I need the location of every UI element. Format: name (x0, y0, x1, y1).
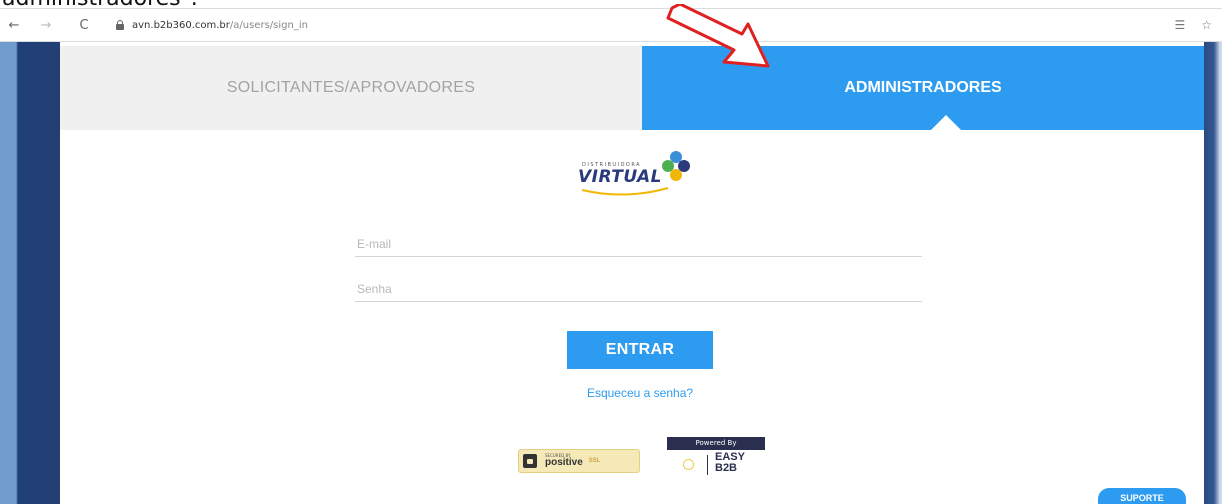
positive-ssl-name: positive (545, 457, 583, 468)
positive-ssl-suffix: SSL (588, 458, 601, 464)
email-field-wrapper (355, 231, 922, 257)
logo-circles-icon (662, 151, 690, 181)
easy-b2b-circle-icon (683, 459, 694, 470)
password-field-wrapper (355, 276, 922, 302)
url-path: /a/users/sign_in (229, 19, 308, 31)
suporte-button[interactable]: SUPORTE (1098, 488, 1186, 504)
padlock-icon (523, 454, 537, 468)
forward-arrow-icon[interactable]: → (36, 18, 56, 33)
active-tab-notch (930, 115, 962, 131)
easy-b2b-divider (707, 455, 708, 475)
reload-icon[interactable]: C (74, 18, 94, 33)
reader-mode-icon[interactable]: ☰ (1174, 18, 1185, 32)
browser-address-bar: ← → C avn.b2b360.com.br/a/users/sign_in … (0, 8, 1222, 42)
distribuidora-virtual-logo: DISTRIBUIDORA VIRTUAL (560, 148, 700, 206)
easy-b2b-name-line2: B2B (715, 462, 738, 474)
forgot-password-link[interactable]: Esqueceu a senha? (567, 386, 713, 400)
url-field[interactable]: avn.b2b360.com.br/a/users/sign_in (132, 20, 308, 31)
logo-swoosh-icon (581, 187, 669, 196)
lock-icon (116, 19, 124, 30)
bookmark-star-icon[interactable]: ☆ (1201, 18, 1212, 32)
page-background-left (0, 42, 60, 504)
email-field[interactable] (355, 231, 922, 256)
url-host: avn.b2b360.com.br (132, 19, 230, 31)
easy-b2b-badge[interactable]: Powered By EASY B2B (667, 437, 765, 481)
page-background-right (1204, 42, 1222, 504)
back-arrow-icon[interactable]: ← (4, 18, 24, 33)
logo-wordmark: VIRTUAL (578, 167, 662, 187)
positive-ssl-badge[interactable]: SECURED BY positive SSL (518, 449, 640, 473)
password-field[interactable] (355, 276, 922, 301)
tab-solicitantes-aprovadores[interactable]: SOLICITANTES/APROVADORES (60, 46, 642, 130)
entrar-button[interactable]: ENTRAR (567, 331, 713, 369)
annotation-arrow-icon (666, 4, 770, 68)
easy-b2b-name: EASY B2B (715, 452, 745, 474)
powered-by-label: Powered By (667, 437, 765, 450)
